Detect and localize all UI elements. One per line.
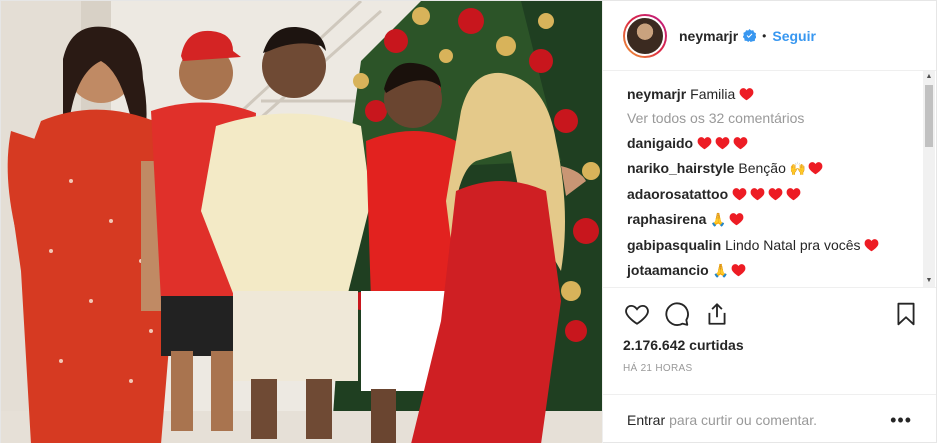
author-username[interactable]: neymarjr <box>679 28 738 44</box>
post-header: neymarjr • Seguir <box>603 1 936 71</box>
login-link[interactable]: Entrar <box>627 412 665 428</box>
scroll-thumb[interactable] <box>925 85 933 147</box>
post-footer: Entrar para curtir ou comentar. ••• <box>603 394 936 443</box>
red-heart-emoji-icon <box>768 187 783 201</box>
comments-list[interactable]: neymarjr Familia Ver todos os 32 comentár… <box>603 71 936 287</box>
separator-dot: • <box>762 28 767 43</box>
login-prompt: para curtir ou comentar. <box>669 411 817 428</box>
red-heart-emoji-icon <box>739 87 754 101</box>
view-all-comments-link[interactable]: Ver todos os 32 comentários <box>627 110 916 126</box>
likes-count[interactable]: 2.176.642 curtidas <box>623 337 920 353</box>
red-heart-emoji-icon <box>731 263 746 277</box>
red-heart-emoji-icon <box>732 187 747 201</box>
comment-username[interactable]: raphasirena <box>627 211 706 227</box>
scroll-down-arrow-icon[interactable]: ▼ <box>923 275 935 287</box>
scroll-up-arrow-icon[interactable]: ▲ <box>923 71 935 83</box>
comment-username[interactable]: jotaamancio <box>627 262 709 278</box>
comment-row: gabipasqualin Lindo Natal pra vocês <box>627 236 916 254</box>
verified-badge-icon <box>743 29 757 42</box>
post-timestamp[interactable]: HÁ 21 HORAS <box>623 363 920 374</box>
comment-username[interactable]: gabipasqualin <box>627 237 721 253</box>
red-heart-emoji-icon <box>864 238 879 252</box>
comment-items: danigaido nariko_hairstyle Benção 🙌 adaoros… <box>627 134 916 287</box>
avatar-image <box>625 15 665 56</box>
red-heart-emoji-icon <box>729 212 744 226</box>
emoji-icon: 🙏 <box>712 263 729 278</box>
post-caption: neymarjr Familia <box>627 85 916 103</box>
red-heart-emoji-icon <box>750 187 765 201</box>
post-actions: 2.176.642 curtidas HÁ 21 HORAS <box>603 287 936 394</box>
follow-button[interactable]: Seguir <box>772 28 816 44</box>
red-heart-emoji-icon <box>733 136 748 150</box>
post-side-panel: neymarjr • Seguir neymarjr Familia Ver to… <box>602 1 936 443</box>
comment-username[interactable]: adaorosatattoo <box>627 186 728 202</box>
share-icon <box>708 303 726 325</box>
emoji-icon: 🙌 <box>789 161 806 176</box>
red-heart-emoji-icon <box>786 187 801 201</box>
emoji-icon: 🙏 <box>710 212 727 227</box>
save-button[interactable] <box>892 300 920 328</box>
heart-icon <box>625 304 649 325</box>
instagram-post: neymarjr • Seguir neymarjr Familia Ver to… <box>0 0 937 443</box>
caption-username[interactable]: neymarjr <box>627 86 686 102</box>
comment-row: raphasirena 🙏 <box>627 210 916 229</box>
caption-text: Familia <box>690 86 736 102</box>
red-heart-emoji-icon <box>715 136 730 150</box>
comments-scrollbar[interactable]: ▲ ▼ <box>923 71 935 287</box>
comment-username[interactable]: danigaido <box>627 135 693 151</box>
comment-username[interactable]: nariko_hairstyle <box>627 160 734 176</box>
more-options-icon[interactable]: ••• <box>890 411 912 429</box>
like-button[interactable] <box>623 300 651 328</box>
comment-icon <box>665 302 689 326</box>
red-heart-emoji-icon <box>808 161 823 175</box>
comment-text: Lindo Natal pra vocês <box>725 237 865 253</box>
comment-button[interactable] <box>663 300 691 328</box>
red-heart-emoji-icon <box>697 136 712 150</box>
caption-hearts <box>739 86 757 102</box>
comment-row: jotaamancio 🙏 <box>627 261 916 280</box>
share-button[interactable] <box>703 300 731 328</box>
comment-row: danigaido <box>627 134 916 152</box>
post-photo[interactable] <box>1 1 602 443</box>
comment-text: Benção <box>738 160 790 176</box>
bookmark-icon <box>897 302 915 326</box>
action-icons <box>623 296 920 332</box>
family-christmas-photo <box>1 1 602 443</box>
avatar[interactable] <box>623 13 667 58</box>
comment-row: nariko_hairstyle Benção 🙌 <box>627 159 916 178</box>
comment-row: adaorosatattoo <box>627 185 916 203</box>
